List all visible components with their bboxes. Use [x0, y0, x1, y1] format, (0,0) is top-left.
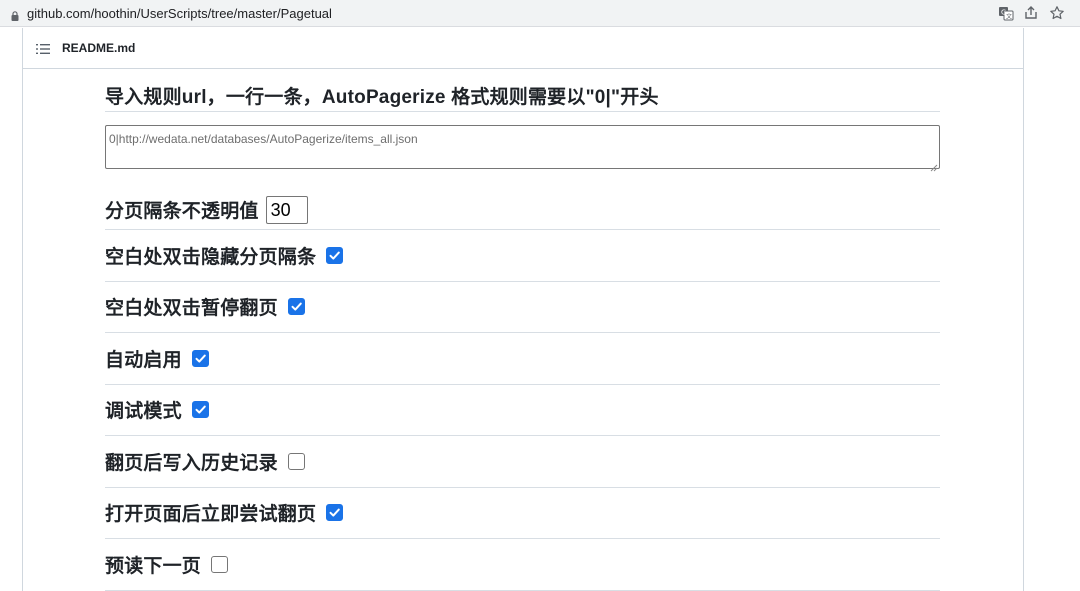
opacity-input[interactable]: 30	[265, 195, 308, 224]
opacity-row: 分页隔条不透明值 30	[105, 190, 940, 230]
option-label: 空白处双击暂停翻页	[105, 298, 278, 320]
option-checkbox[interactable]	[287, 298, 305, 316]
option-row: 自动启用	[105, 333, 940, 385]
option-label: 预读下一页	[105, 555, 202, 577]
opacity-label: 分页隔条不透明值	[105, 201, 259, 222]
option-row: 翻页后写入历史记录	[105, 436, 940, 488]
option-row: 空白处双击隐藏分页隔条	[105, 230, 940, 282]
option-row: 预读下一页	[105, 539, 940, 591]
option-label: 空白处双击隐藏分页隔条	[105, 246, 317, 268]
readme-filename[interactable]: README.md	[62, 41, 135, 55]
option-row: 空白处双击暂停翻页	[105, 282, 940, 333]
option-checkbox[interactable]	[326, 504, 344, 522]
option-label: 翻页后写入历史记录	[105, 452, 278, 474]
option-checkbox[interactable]	[191, 349, 209, 367]
option-row: 打开页面后立即尝试翻页	[105, 488, 940, 539]
option-checkbox[interactable]	[191, 401, 209, 419]
resize-grip-icon[interactable]	[930, 159, 938, 172]
option-label: 调试模式	[105, 401, 182, 423]
bookmark-star-icon[interactable]	[1049, 5, 1065, 21]
address-url[interactable]: github.com/hoothin/UserScripts/tree/mast…	[27, 6, 332, 21]
readme-header: README.md	[23, 28, 1023, 69]
svg-text:文: 文	[1006, 13, 1012, 21]
option-checkbox[interactable]	[287, 452, 305, 470]
option-checkbox[interactable]	[326, 246, 344, 264]
option-label: 打开页面后立即尝试翻页	[105, 504, 317, 526]
import-rules-textarea[interactable]: 0|http://wedata.net/databases/AutoPageri…	[105, 125, 940, 172]
import-rules-value: 0|http://wedata.net/databases/AutoPageri…	[109, 132, 418, 146]
translate-icon[interactable]: G文	[998, 5, 1014, 21]
option-row: 调试模式	[105, 385, 940, 436]
browser-address-bar: github.com/hoothin/UserScripts/tree/mast…	[0, 0, 1080, 27]
list-outline-icon[interactable]	[36, 42, 50, 54]
option-label: 自动启用	[105, 349, 182, 371]
option-checkbox[interactable]	[211, 555, 229, 573]
share-icon[interactable]	[1023, 5, 1039, 21]
import-rules-label: 导入规则url，一行一条，AutoPagerize 格式规则需要以"0|"开头	[105, 87, 659, 108]
import-rules-heading: 导入规则url，一行一条，AutoPagerize 格式规则需要以"0|"开头	[105, 80, 940, 112]
lock-icon	[11, 8, 19, 21]
